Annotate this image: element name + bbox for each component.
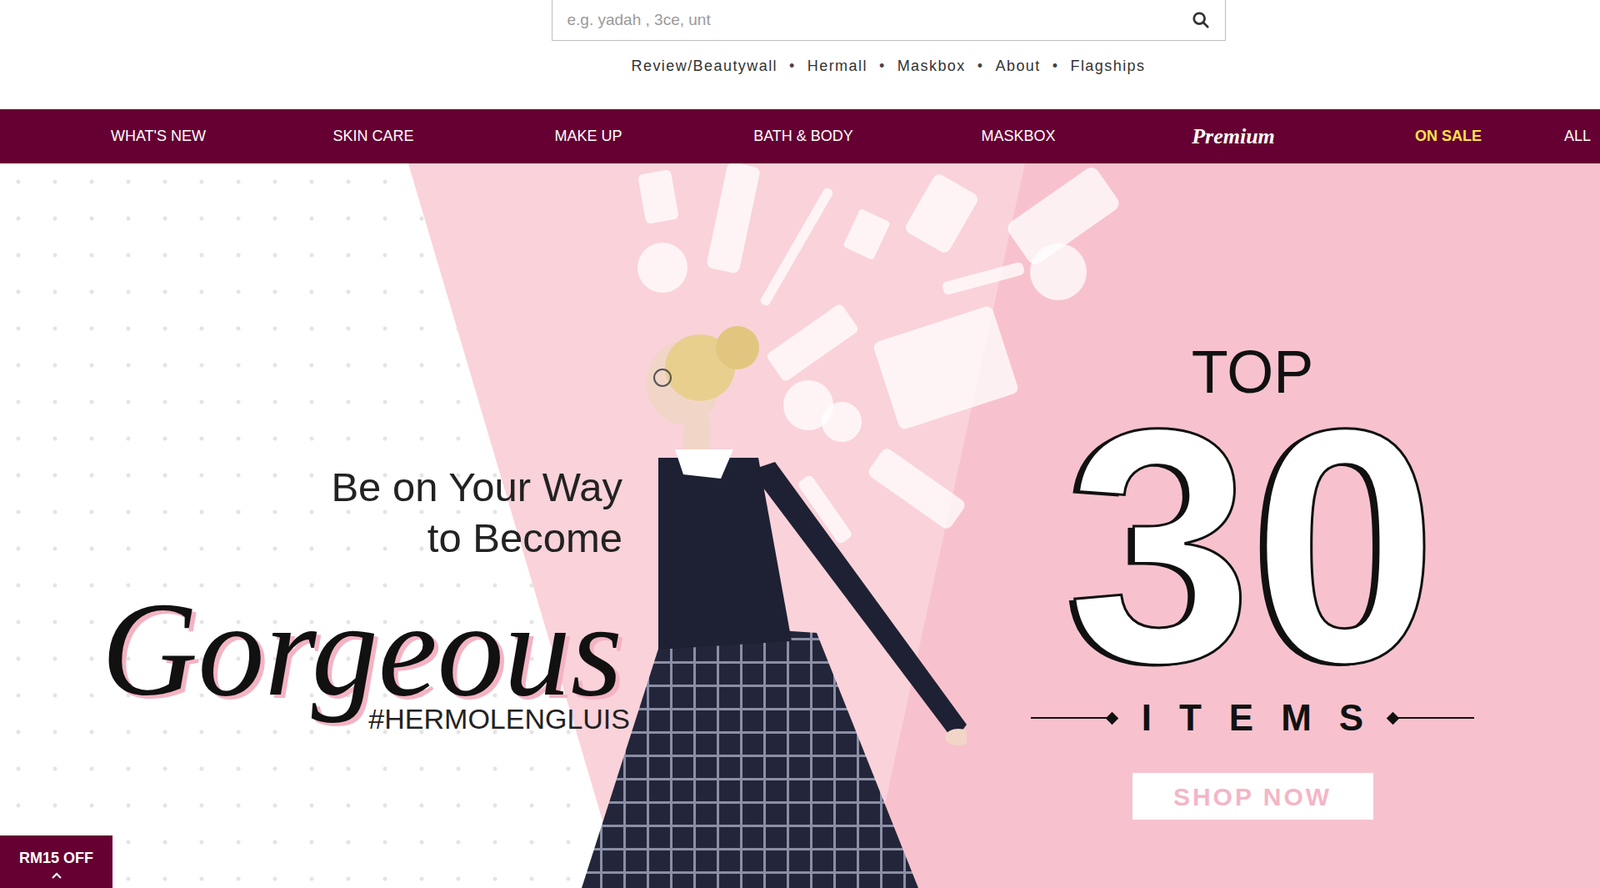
top-links: Review/Beautywall • Hermall • Maskbox • About •…	[631, 55, 1146, 78]
link-separator: •	[1052, 55, 1060, 78]
nav-label[interactable]: MAKE UP	[554, 127, 622, 145]
nav-label[interactable]: BATH & BODY	[753, 127, 854, 145]
nav-item[interactable]: WHAT'S NEW	[50, 125, 266, 148]
tagline-line: Be on Your Way	[330, 461, 623, 513]
shop-now-button[interactable]: SHOP NOW	[1132, 772, 1374, 820]
search-icon[interactable]	[1191, 10, 1210, 30]
nav-label[interactable]: Premium	[1191, 124, 1275, 149]
nav-label[interactable]: WHAT'S NEW	[110, 127, 206, 145]
banner-content: Be on Your Way to Become Gorgeous #HERMO…	[0, 163, 1600, 888]
model-photo	[566, 324, 967, 888]
promo-block: TOP 30 ITEMS SHOP NOW	[991, 163, 1514, 888]
nav-item[interactable]: MAKE UP	[480, 125, 696, 148]
nav-item[interactable]: SKIN CARE	[265, 125, 481, 148]
main-nav: WHAT'S NEW SKIN CARE MAKE UP BATH & BODY MAS…	[0, 109, 1600, 164]
search-box[interactable]	[551, 0, 1226, 41]
shop-now-label[interactable]: SHOP NOW	[1173, 777, 1332, 815]
hashtag: #HERMOLENGLUIS	[368, 704, 630, 733]
promo-items-row: ITEMS	[1030, 699, 1475, 736]
chevron-up-icon[interactable]	[50, 870, 63, 880]
link-separator: •	[789, 55, 796, 78]
top-link[interactable]: Hermall	[807, 55, 868, 78]
nav-item[interactable]: BATH & BODY	[695, 125, 911, 148]
tagline-block: Be on Your Way to Become Gorgeous #HERMO…	[0, 163, 634, 888]
nav-label[interactable]: MASKBOX	[980, 127, 1055, 145]
headline: Gorgeous	[101, 582, 623, 716]
tagline-line: to Become	[427, 512, 623, 564]
spacer	[633, 163, 992, 888]
promo-badge[interactable]: RM15 OFF	[0, 835, 113, 888]
hero-banner[interactable]: Be on Your Way to Become Gorgeous #HERMO…	[0, 163, 1600, 888]
top-link[interactable]: Review/Beautywall	[631, 55, 779, 78]
left-rule	[1030, 713, 1117, 723]
promo-count: 30	[1067, 379, 1439, 713]
search-input[interactable]	[567, 8, 1185, 33]
top-link[interactable]: Flagships	[1070, 55, 1146, 78]
nav-label[interactable]: ON SALE	[1415, 127, 1482, 145]
promo-items: ITEMS	[1141, 699, 1391, 736]
nav-label[interactable]: SKIN CARE	[332, 127, 414, 145]
link-separator: •	[977, 55, 985, 78]
link-separator: •	[879, 55, 886, 78]
nav-item[interactable]: Premium	[1125, 120, 1341, 153]
top-link[interactable]: Maskbox	[897, 55, 966, 78]
right-rule	[1388, 713, 1475, 723]
promo-badge-label[interactable]: RM15 OFF	[19, 848, 94, 868]
top-link[interactable]: About	[995, 55, 1041, 78]
site-header: Review/Beautywall • Hermall • Maskbox • About •…	[0, 0, 1600, 110]
nav-item[interactable]: MASKBOX	[910, 125, 1126, 148]
nav-item[interactable]: ALL	[1555, 125, 1591, 148]
nav-item[interactable]: ON SALE	[1340, 125, 1556, 148]
nav-label[interactable]: ALL	[1564, 127, 1591, 145]
